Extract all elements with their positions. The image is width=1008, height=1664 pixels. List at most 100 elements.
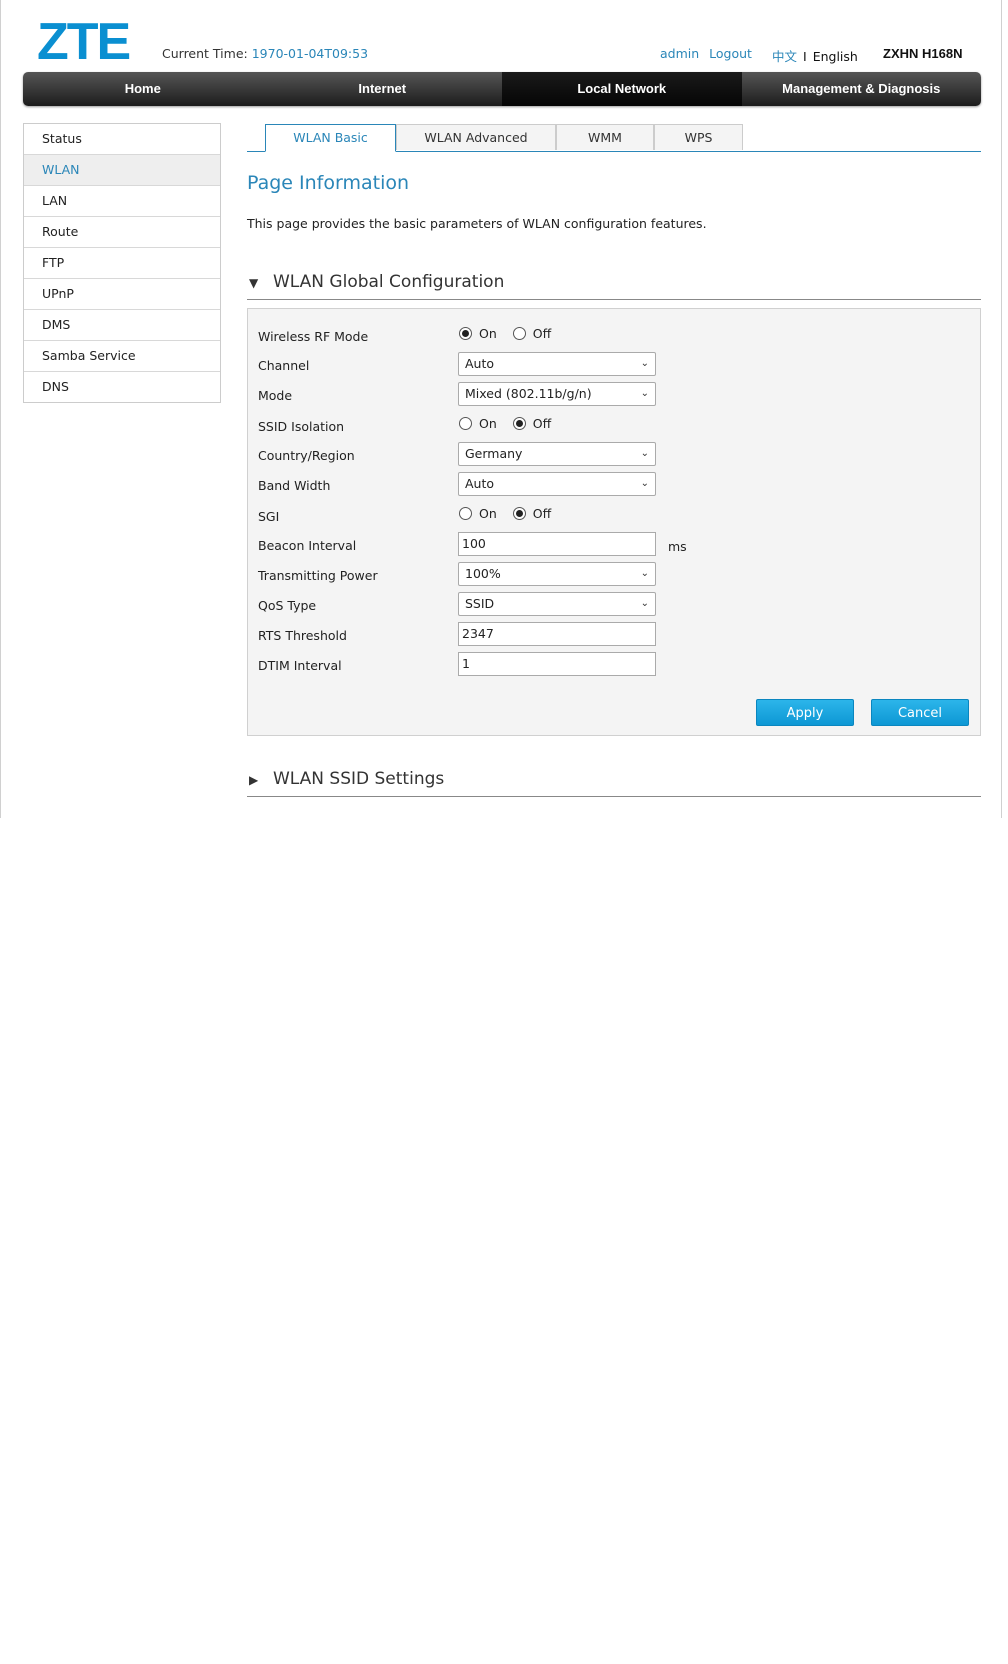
page-info-title: Page Information bbox=[247, 172, 410, 194]
label-dtim-interval: DTIM Interval bbox=[258, 658, 342, 673]
radio-isolation-on[interactable] bbox=[459, 417, 472, 430]
radio-rf-off[interactable] bbox=[512, 327, 526, 340]
user-links: admin Logout bbox=[660, 46, 758, 61]
country-region-value: Germany bbox=[465, 446, 523, 461]
radio-group-sgi: On Off bbox=[459, 506, 567, 521]
sidebar-item-wlan[interactable]: WLAN bbox=[24, 155, 220, 186]
collapse-arrow-icon: ▼ bbox=[249, 276, 259, 290]
transmitting-power-select[interactable]: 100% ⌄ bbox=[458, 562, 656, 586]
sidebar-item-lan[interactable]: LAN bbox=[24, 186, 220, 217]
row-ssid-isolation: SSID Isolation On Off bbox=[258, 413, 958, 439]
tab-bar: WLAN Basic WLAN Advanced WMM WPS bbox=[247, 124, 981, 152]
row-country-region: Country/Region Germany ⌄ bbox=[258, 442, 958, 468]
label-mode: Mode bbox=[258, 388, 293, 403]
lang-separator: I bbox=[803, 49, 807, 64]
tab-wmm[interactable]: WMM bbox=[556, 124, 654, 150]
radio-isolation-off-label: Off bbox=[532, 416, 552, 431]
sidebar-item-ftp[interactable]: FTP bbox=[24, 248, 220, 279]
section-title: WLAN Global Configuration bbox=[273, 272, 505, 292]
radio-isolation-off[interactable] bbox=[512, 417, 526, 430]
lang-zh-link[interactable]: 中文 bbox=[772, 49, 797, 64]
sidebar-item-dns[interactable]: DNS bbox=[24, 372, 220, 402]
nav-internet[interactable]: Internet bbox=[263, 72, 503, 106]
band-width-select[interactable]: Auto ⌄ bbox=[458, 472, 656, 496]
channel-select[interactable]: Auto ⌄ bbox=[458, 352, 656, 376]
row-wireless-rf-mode: Wireless RF Mode On Off bbox=[258, 323, 958, 349]
label-wireless-rf-mode: Wireless RF Mode bbox=[258, 329, 369, 344]
label-country-region: Country/Region bbox=[258, 448, 355, 463]
expand-arrow-icon: ▶ bbox=[249, 773, 259, 787]
qos-type-value: SSID bbox=[465, 596, 495, 611]
rts-threshold-input[interactable]: 2347 bbox=[458, 622, 656, 646]
sidebar: Status WLAN LAN Route FTP UPnP DMS Samba… bbox=[23, 123, 221, 403]
sidebar-item-route[interactable]: Route bbox=[24, 217, 220, 248]
qos-type-select[interactable]: SSID ⌄ bbox=[458, 592, 656, 616]
lang-en-link[interactable]: English bbox=[813, 49, 858, 64]
chevron-down-icon: ⌄ bbox=[640, 448, 649, 459]
label-band-width: Band Width bbox=[258, 478, 331, 493]
radio-sgi-off[interactable] bbox=[512, 507, 526, 520]
sidebar-item-upnp[interactable]: UPnP bbox=[24, 279, 220, 310]
zte-logo: ZTE bbox=[37, 13, 131, 71]
sidebar-item-dms[interactable]: DMS bbox=[24, 310, 220, 341]
label-channel: Channel bbox=[258, 358, 310, 373]
country-region-select[interactable]: Germany ⌄ bbox=[458, 442, 656, 466]
radio-rf-off-label: Off bbox=[532, 326, 552, 341]
row-sgi: SGI On Off bbox=[258, 503, 958, 529]
label-transmitting-power: Transmitting Power bbox=[258, 568, 378, 583]
label-ssid-isolation: SSID Isolation bbox=[258, 419, 345, 434]
row-mode: Mode Mixed (802.11b/g/n) ⌄ bbox=[258, 382, 958, 408]
nav-management-diagnosis[interactable]: Management & Diagnosis bbox=[742, 72, 982, 106]
label-sgi: SGI bbox=[258, 509, 280, 524]
beacon-interval-unit: ms bbox=[668, 539, 687, 554]
dtim-interval-input[interactable]: 1 bbox=[458, 652, 656, 676]
tab-wlan-advanced[interactable]: WLAN Advanced bbox=[396, 124, 556, 150]
label-beacon-interval: Beacon Interval bbox=[258, 538, 357, 553]
tab-wps[interactable]: WPS bbox=[654, 124, 743, 150]
row-qos-type: QoS Type SSID ⌄ bbox=[258, 592, 958, 618]
radio-sgi-on[interactable] bbox=[459, 507, 472, 520]
chevron-down-icon: ⌄ bbox=[640, 598, 649, 609]
current-time-label: Current Time: bbox=[162, 46, 248, 61]
admin-link[interactable]: admin bbox=[660, 46, 699, 61]
radio-isolation-on-label: On bbox=[479, 416, 497, 431]
section-title: WLAN SSID Settings bbox=[273, 769, 445, 789]
radio-group-ssid-isolation: On Off bbox=[459, 416, 567, 431]
sidebar-item-status[interactable]: Status bbox=[24, 124, 220, 155]
mode-select[interactable]: Mixed (802.11b/g/n) ⌄ bbox=[458, 382, 656, 406]
logout-link[interactable]: Logout bbox=[709, 46, 752, 61]
model-name: ZXHN H168N bbox=[883, 46, 963, 61]
wlan-ssid-settings-header[interactable]: ▶ WLAN SSID Settings bbox=[247, 766, 981, 797]
row-dtim-interval: DTIM Interval 1 bbox=[258, 652, 958, 678]
row-transmitting-power: Transmitting Power 100% ⌄ bbox=[258, 562, 958, 588]
current-time: Current Time: 1970-01-04T09:53 bbox=[162, 46, 368, 61]
label-rts-threshold: RTS Threshold bbox=[258, 628, 347, 643]
main-nav: Home Internet Local Network Management &… bbox=[23, 72, 981, 106]
wlan-global-form: Wireless RF Mode On Off Channel Auto ⌄ Mo… bbox=[247, 308, 981, 736]
radio-sgi-off-label: Off bbox=[532, 506, 552, 521]
transmitting-power-value: 100% bbox=[465, 566, 501, 581]
radio-rf-on-label: On bbox=[479, 326, 497, 341]
chevron-down-icon: ⌄ bbox=[640, 568, 649, 579]
nav-local-network[interactable]: Local Network bbox=[502, 72, 742, 106]
band-width-value: Auto bbox=[465, 476, 495, 491]
nav-home[interactable]: Home bbox=[23, 72, 263, 106]
mode-value: Mixed (802.11b/g/n) bbox=[465, 386, 592, 401]
row-rts-threshold: RTS Threshold 2347 bbox=[258, 622, 958, 648]
apply-button[interactable]: Apply bbox=[756, 699, 854, 726]
beacon-interval-input[interactable]: 100 bbox=[458, 532, 656, 556]
language-switch: 中文 I English bbox=[772, 46, 858, 65]
row-channel: Channel Auto ⌄ bbox=[258, 352, 958, 378]
chevron-down-icon: ⌄ bbox=[640, 478, 649, 489]
sidebar-item-samba[interactable]: Samba Service bbox=[24, 341, 220, 372]
channel-value: Auto bbox=[465, 356, 495, 371]
label-qos-type: QoS Type bbox=[258, 598, 317, 613]
radio-group-rf-mode: On Off bbox=[459, 326, 567, 341]
radio-rf-on[interactable] bbox=[459, 327, 472, 340]
page-info-description: This page provides the basic parameters … bbox=[247, 216, 707, 231]
cancel-button[interactable]: Cancel bbox=[871, 699, 969, 726]
wlan-global-config-header[interactable]: ▼ WLAN Global Configuration bbox=[247, 269, 981, 300]
tab-wlan-basic[interactable]: WLAN Basic bbox=[265, 124, 396, 152]
current-time-value: 1970-01-04T09:53 bbox=[251, 46, 369, 61]
chevron-down-icon: ⌄ bbox=[640, 388, 649, 399]
